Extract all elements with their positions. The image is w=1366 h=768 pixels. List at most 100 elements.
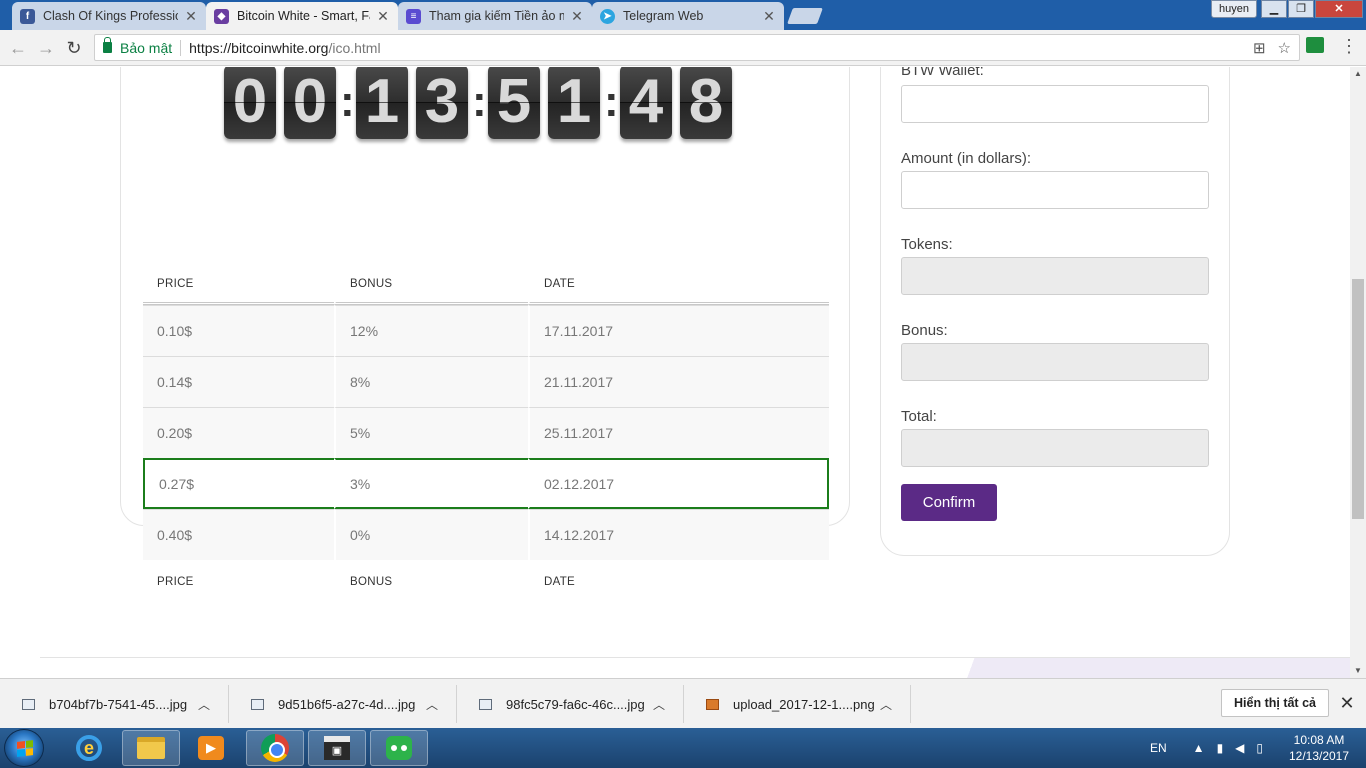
download-filename: 9d51b6f5-a27c-4d....jpg xyxy=(278,696,416,712)
forward-icon[interactable]: → xyxy=(34,36,58,60)
download-item[interactable]: b704bf7b-7541-45....jpg ︿ xyxy=(0,685,229,723)
amount-label: Amount (in dollars): xyxy=(901,150,1032,167)
taskbar-video-editor[interactable]: ▣ xyxy=(308,730,366,766)
tokens-label: Tokens: xyxy=(901,236,953,253)
bookmark-star-icon[interactable]: ☆ xyxy=(1278,39,1291,57)
close-icon[interactable]: ✕ xyxy=(184,8,198,25)
chevron-up-icon[interactable]: ︿ xyxy=(422,696,442,713)
footer-header-bonus: BONUS xyxy=(334,560,528,604)
countdown-digit: 0 xyxy=(284,67,336,139)
taskbar-chrome[interactable] xyxy=(246,730,304,766)
page-scrollbar[interactable]: ▲ ▼ xyxy=(1350,67,1366,678)
download-item[interactable]: upload_2017-12-1....png ︿ xyxy=(684,685,911,723)
column-header-date: DATE xyxy=(528,265,829,305)
countdown-digit: 3 xyxy=(416,67,468,139)
system-tray: EN ▲ ▮ ◀ ▯ xyxy=(1150,728,1263,768)
tab-bitcoin-white[interactable]: ◆ Bitcoin White - Smart, Fa ✕ xyxy=(206,2,398,30)
price-cell: 0.40$ xyxy=(143,509,334,560)
close-icon[interactable]: ✕ xyxy=(376,8,390,25)
price-cell: 0.20$ xyxy=(143,407,334,458)
chevron-up-icon[interactable]: ︿ xyxy=(194,696,214,713)
internet-explorer-icon: e xyxy=(76,735,102,761)
footer-header-date: DATE xyxy=(528,560,829,604)
bonus-cell: 8% xyxy=(334,356,528,407)
restore-button[interactable]: ❐ xyxy=(1288,0,1314,18)
bonus-cell: 3% xyxy=(334,458,528,509)
extension-icon[interactable] xyxy=(1306,37,1324,53)
clock-time: 10:08 AM xyxy=(1293,733,1345,747)
countdown-digit: 5 xyxy=(488,67,540,139)
bonus-cell: 12% xyxy=(334,305,528,356)
close-icon[interactable]: ✕ xyxy=(762,8,776,25)
address-bar[interactable]: Bảo mật https://bitcoinwhite.org/ico.htm… xyxy=(94,34,1300,61)
countdown-digit: 0 xyxy=(224,67,276,139)
download-filename: upload_2017-12-1....png xyxy=(733,696,875,712)
lock-icon xyxy=(103,37,112,53)
clapperboard-icon: ▣ xyxy=(324,736,350,760)
purchase-form-card: BTW Wallet: Amount (in dollars): Tokens:… xyxy=(880,67,1230,556)
profile-button[interactable]: huyen xyxy=(1211,0,1257,18)
amount-input[interactable] xyxy=(901,171,1209,209)
confirm-button[interactable]: Confirm xyxy=(901,484,997,521)
new-tab-button[interactable] xyxy=(787,8,823,24)
page-content: 0 0 : 1 3 : 5 1 : 4 8 PRICE BONUS DATE 0… xyxy=(0,67,1350,678)
translate-icon[interactable]: ⊞ xyxy=(1253,39,1266,57)
tokens-field xyxy=(901,257,1209,295)
start-button[interactable] xyxy=(4,729,44,767)
countdown-timer: 0 0 : 1 3 : 5 1 : 4 8 xyxy=(220,67,736,139)
footer-decoration xyxy=(950,658,1350,678)
close-icon[interactable]: ✕ xyxy=(1338,693,1356,713)
ico-price-table: PRICE BONUS DATE 0.10$ 12% 17.11.2017 0.… xyxy=(143,265,829,604)
price-cell: 0.14$ xyxy=(143,356,334,407)
tab-title: Clash Of Kings Profession xyxy=(43,9,178,23)
tray-expand-icon[interactable]: ▲ xyxy=(1193,741,1205,755)
network-icon[interactable]: ▮ xyxy=(1217,741,1224,755)
taskbar-messenger[interactable] xyxy=(370,730,428,766)
media-player-icon: ▶ xyxy=(198,736,224,760)
divider xyxy=(180,39,182,56)
tab-clash-of-kings[interactable]: f Clash Of Kings Profession ✕ xyxy=(12,2,206,30)
taskbar-media-player[interactable]: ▶ xyxy=(182,730,240,766)
list-icon: ≡ xyxy=(406,8,421,24)
download-filename: 98fc5c79-fa6c-46c....jpg xyxy=(506,696,645,712)
countdown-separator: : xyxy=(472,77,487,126)
total-label: Total: xyxy=(901,408,937,425)
taskbar-internet-explorer[interactable]: e xyxy=(60,730,118,766)
chevron-up-icon[interactable]: ︿ xyxy=(876,696,896,713)
minimize-button[interactable]: ▁ xyxy=(1261,0,1287,18)
current-stage-row: 0.27$ 3% 02.12.2017 xyxy=(143,458,829,509)
column-header-bonus: BONUS xyxy=(334,265,528,305)
language-indicator[interactable]: EN xyxy=(1150,741,1167,755)
bitcoin-white-icon: ◆ xyxy=(214,8,229,24)
power-icon[interactable]: ▯ xyxy=(1256,741,1263,755)
scrollbar-thumb[interactable] xyxy=(1352,279,1364,519)
show-all-downloads-button[interactable]: Hiển thị tất cả xyxy=(1221,689,1329,717)
system-clock[interactable]: 10:08 AM 12/13/2017 xyxy=(1280,732,1358,764)
download-item[interactable]: 98fc5c79-fa6c-46c....jpg ︿ xyxy=(457,685,684,723)
volume-icon[interactable]: ◀ xyxy=(1235,741,1244,755)
folder-icon xyxy=(137,737,165,759)
facebook-icon: f xyxy=(20,8,35,24)
price-cell: 0.27$ xyxy=(143,458,334,509)
menu-icon[interactable]: ⋮ xyxy=(1340,36,1358,56)
download-item[interactable]: 9d51b6f5-a27c-4d....jpg ︿ xyxy=(229,685,457,723)
scroll-up-arrow-icon[interactable]: ▲ xyxy=(1350,67,1366,81)
wallet-input[interactable] xyxy=(901,85,1209,123)
window-close-button[interactable]: ✕ xyxy=(1315,0,1363,18)
countdown-digit: 4 xyxy=(620,67,672,139)
telegram-icon: ➤ xyxy=(600,8,615,24)
chevron-up-icon[interactable]: ︿ xyxy=(649,696,669,713)
total-field xyxy=(901,429,1209,467)
date-cell: 02.12.2017 xyxy=(528,458,829,509)
taskbar-file-explorer[interactable] xyxy=(122,730,180,766)
tab-telegram[interactable]: ➤ Telegram Web ✕ xyxy=(592,2,784,30)
close-icon[interactable]: ✕ xyxy=(570,8,584,25)
tab-title: Tham gia kiếm Tiền ảo m xyxy=(429,9,564,23)
back-icon[interactable]: ← xyxy=(6,36,30,60)
reload-icon[interactable]: ↻ xyxy=(62,36,86,60)
scroll-down-arrow-icon[interactable]: ▼ xyxy=(1350,664,1366,678)
date-cell: 21.11.2017 xyxy=(528,356,829,407)
tab-tham-gia[interactable]: ≡ Tham gia kiếm Tiền ảo m ✕ xyxy=(398,2,592,30)
price-cell: 0.10$ xyxy=(143,305,334,356)
download-filename: b704bf7b-7541-45....jpg xyxy=(49,696,188,712)
